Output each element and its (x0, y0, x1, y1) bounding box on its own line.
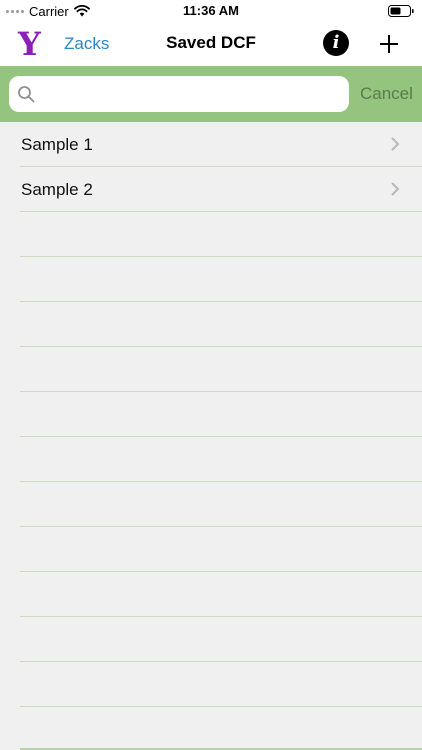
search-bar: Cancel (0, 66, 422, 122)
search-icon (18, 86, 35, 103)
empty-row (20, 257, 422, 302)
search-input[interactable] (41, 78, 349, 110)
list-item-label: Sample 1 (21, 135, 93, 154)
navigation-bar: Y Zacks Saved DCF i (0, 22, 422, 66)
plus-icon[interactable] (376, 31, 402, 57)
search-field[interactable] (9, 76, 349, 112)
list-item[interactable]: Sample 1 (20, 122, 422, 167)
empty-row (20, 527, 422, 572)
empty-row (20, 302, 422, 347)
empty-row (20, 572, 422, 617)
empty-row (20, 617, 422, 662)
list-item[interactable]: Sample 2 (20, 167, 422, 212)
status-bar: Carrier 11:36 AM (0, 0, 422, 22)
empty-row (20, 662, 422, 707)
page-title: Saved DCF (166, 33, 256, 52)
empty-row (20, 212, 422, 257)
info-icon[interactable]: i (323, 30, 349, 56)
empty-row (20, 437, 422, 482)
empty-row (20, 392, 422, 437)
status-time: 11:36 AM (183, 3, 239, 18)
chevron-right-icon (391, 182, 399, 196)
cancel-button[interactable]: Cancel (360, 84, 413, 104)
saved-dcf-list: Sample 1 Sample 2 (0, 122, 422, 707)
list-item-label: Sample 2 (21, 180, 93, 199)
empty-row (20, 347, 422, 392)
chevron-right-icon (391, 137, 399, 151)
empty-row (20, 482, 422, 527)
battery-icon (388, 5, 414, 17)
